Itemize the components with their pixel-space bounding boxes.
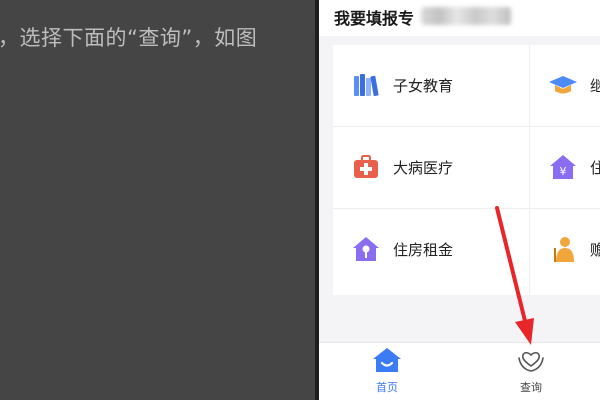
tab-home[interactable]: 首页 [357,347,417,395]
app-header: 我要填报专 [319,0,600,36]
tile-label: 子女教育 [393,76,454,95]
deduction-grid: 子女教育 继 大病医疗 ¥ 住 住房租金 赡 [333,45,600,295]
tile-housing-rent[interactable]: 住房租金 [333,209,529,289]
tile-children-education[interactable]: 子女教育 [333,45,529,125]
tile-label: 住房租金 [393,240,454,259]
tab-label: 首页 [376,381,398,394]
tab-query[interactable]: 查询 [501,347,561,395]
tile-serious-illness[interactable]: 大病医疗 [333,127,529,207]
tab-label: 查询 [520,381,542,394]
heart-hands-icon [516,347,546,377]
mobile-app-screen: 我要填报专 子女教育 继 大病医疗 ¥ 住 住房租金 赡 首页 查询 [319,0,600,400]
elder-care-icon [548,234,578,264]
tile-continuing-education[interactable]: 继 [530,45,600,125]
instruction-text: ，选择下面的“查询”，如图 [0,26,258,50]
tile-label: 大病医疗 [393,158,454,177]
medical-kit-icon [351,152,381,182]
home-icon [372,347,402,377]
books-icon [351,70,381,100]
tile-label: 继 [590,76,600,95]
tile-elderly-support[interactable]: 赡 [530,209,600,289]
grid-divider [529,45,530,295]
house-key-icon [351,234,381,264]
tile-label: 住 [590,158,600,177]
graduation-cap-icon [548,70,578,100]
svg-text:¥: ¥ [560,165,567,178]
page-title: 我要填报专 [334,9,415,28]
blurred-text [421,7,511,25]
grid-divider [333,208,600,209]
tile-label: 赡 [590,240,600,259]
bottom-tab-bar: 首页 查询 [319,342,600,400]
tile-housing-loan[interactable]: ¥ 住 [530,127,600,207]
house-yuan-icon: ¥ [548,152,578,182]
article-pane: ，选择下面的“查询”，如图 [0,0,315,400]
grid-divider [333,126,600,127]
